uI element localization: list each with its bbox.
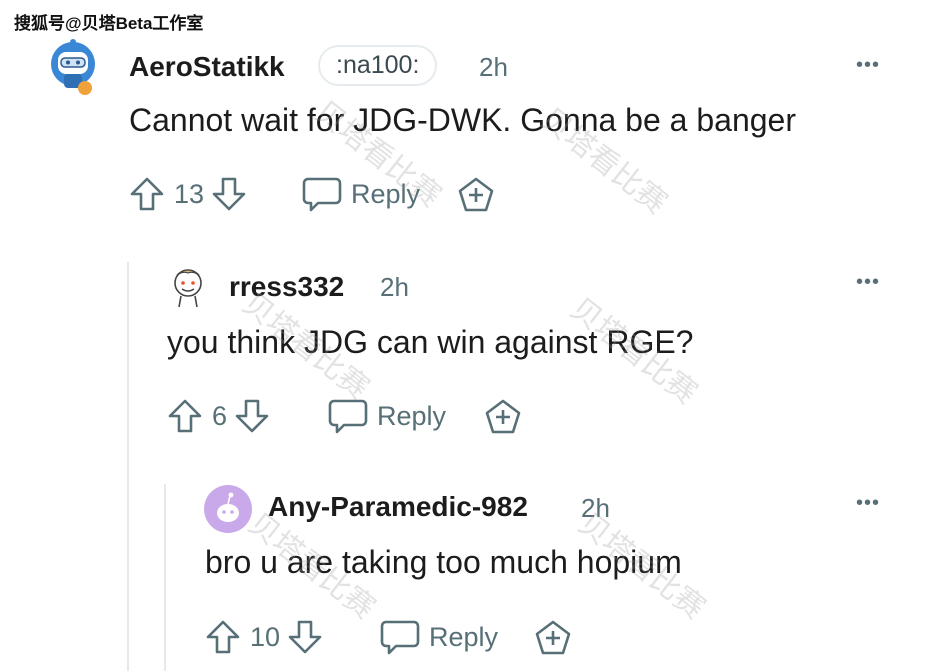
- comment-bubble-icon: [302, 175, 342, 213]
- downvote-icon[interactable]: [233, 397, 271, 435]
- reply-label: Reply: [351, 178, 421, 209]
- award-plus-icon[interactable]: [484, 398, 522, 436]
- reply-button[interactable]: Reply: [328, 397, 446, 435]
- downvote-icon[interactable]: [286, 618, 324, 656]
- reply-label: Reply: [429, 621, 499, 652]
- thread-line-level-1[interactable]: [127, 262, 129, 671]
- vote-count: 13: [174, 178, 205, 209]
- award-plus-icon[interactable]: [457, 176, 495, 214]
- upvote-icon[interactable]: [204, 618, 242, 656]
- user-avatar[interactable]: [167, 263, 209, 311]
- thread-line-level-2[interactable]: [164, 484, 166, 671]
- snoo-avatar-icon: [174, 269, 202, 308]
- upvote-icon[interactable]: [166, 397, 204, 435]
- reply-button[interactable]: Reply: [302, 175, 420, 213]
- robot-avatar-icon: [51, 39, 95, 95]
- comment-author[interactable]: rress332: [229, 271, 344, 303]
- reply-label: Reply: [377, 400, 447, 431]
- comment-timestamp: 2h: [380, 272, 409, 302]
- vote-controls: 10: [204, 618, 324, 656]
- comment-bubble-icon: [380, 618, 420, 656]
- comment-bubble-icon: [328, 397, 368, 435]
- comment-timestamp: 2h: [479, 52, 508, 82]
- downvote-icon[interactable]: [210, 175, 248, 213]
- vote-count: 6: [212, 400, 228, 431]
- reply-button[interactable]: Reply: [380, 618, 498, 656]
- default-snoo-icon: [217, 492, 239, 522]
- vote-controls: 13: [128, 175, 248, 213]
- source-credit: 搜狐号@贝塔Beta工作室: [14, 14, 204, 33]
- more-options-button[interactable]: •••: [856, 54, 880, 77]
- award-plus-icon[interactable]: [534, 619, 572, 657]
- user-avatar[interactable]: [204, 485, 252, 533]
- upvote-icon[interactable]: [128, 175, 166, 213]
- user-flair: :na100:: [318, 45, 438, 86]
- more-options-button[interactable]: •••: [856, 492, 880, 515]
- comment-body: you think JDG can win against RGE?: [167, 324, 694, 360]
- vote-count: 10: [250, 621, 281, 652]
- comment-author[interactable]: Any-Paramedic-982: [268, 491, 528, 523]
- vote-controls: 6: [166, 397, 271, 435]
- comment-author[interactable]: AeroStatikk: [129, 51, 285, 83]
- more-options-button[interactable]: •••: [856, 271, 880, 294]
- comment-timestamp: 2h: [581, 493, 610, 523]
- comment-body: bro u are taking too much hopium: [205, 544, 682, 580]
- comment-body: Cannot wait for JDG-DWK. Gonna be a bang…: [129, 102, 796, 138]
- user-avatar[interactable]: [44, 36, 102, 98]
